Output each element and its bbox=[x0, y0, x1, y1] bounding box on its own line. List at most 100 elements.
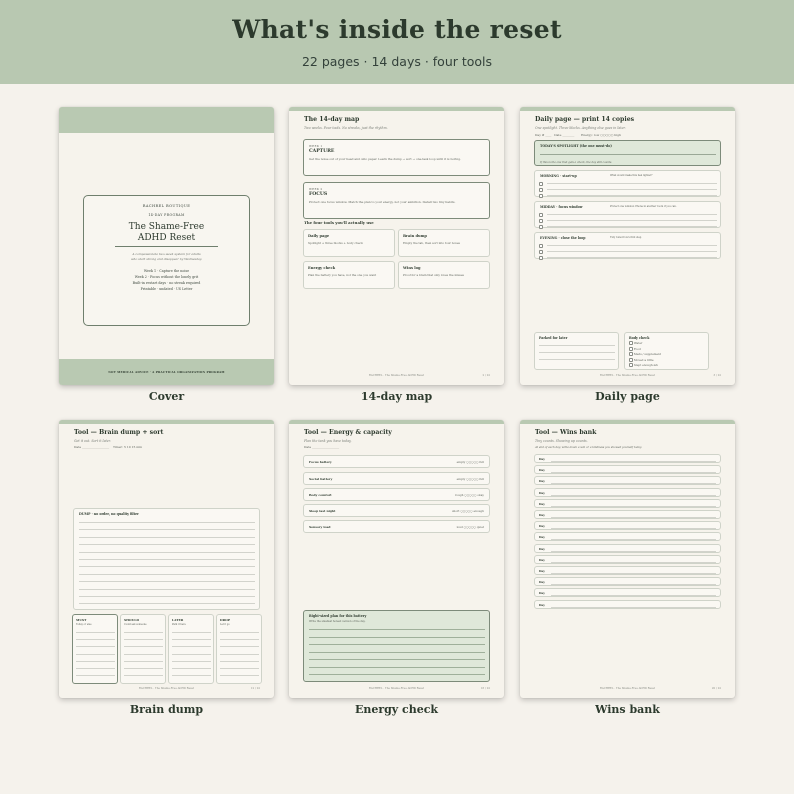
checkbox[interactable] bbox=[539, 243, 543, 248]
map-tool-name: Wins log bbox=[403, 266, 421, 270]
sort-name: SHOULD bbox=[124, 618, 139, 622]
checkbox[interactable] bbox=[629, 346, 633, 351]
energy-caption: Energy check bbox=[354, 703, 439, 716]
entry-line bbox=[547, 257, 717, 258]
entry-line bbox=[551, 494, 716, 496]
energy-row-name: Focus battery bbox=[309, 460, 332, 464]
map-tool-name: Brain dump bbox=[403, 234, 427, 238]
daily-body-check-box: Body check Water Food Meds / supplement … bbox=[624, 332, 709, 370]
energy-page-number: 16 / 22 bbox=[480, 687, 490, 690]
entry-line bbox=[551, 561, 716, 563]
wins-day-label: Day bbox=[539, 468, 545, 473]
daily-page-number: 3 / 22 bbox=[713, 374, 721, 377]
wins-row: Day bbox=[534, 465, 721, 475]
wins-row: Day bbox=[534, 588, 721, 598]
map-card: The 14-day map Two weeks. Four tools. No… bbox=[289, 107, 504, 385]
entry-line bbox=[172, 639, 211, 640]
map-tool-desc: Empty the tab, then sort into four boxes bbox=[403, 241, 460, 245]
entry-line bbox=[76, 675, 115, 676]
energy-row-scale: empty ○○○○○ full bbox=[456, 460, 484, 464]
brain-timer-options: 5 10 15 min bbox=[123, 445, 143, 449]
entry-line bbox=[76, 668, 115, 669]
wins-day-label: Day bbox=[539, 557, 545, 562]
entry-line bbox=[551, 472, 716, 473]
energy-row: Sensory load loud ○○○○○ quiet bbox=[303, 520, 490, 533]
checkbox[interactable] bbox=[629, 341, 633, 345]
entry-line bbox=[172, 646, 211, 647]
entry-line bbox=[124, 660, 163, 662]
wins-row: Day bbox=[534, 554, 721, 564]
brain-page-number: 12 / 22 bbox=[250, 687, 260, 690]
checkbox[interactable] bbox=[629, 357, 633, 362]
daily-card: Daily page — print 14 copies One spotlig… bbox=[520, 107, 735, 385]
map-page-number: 2 / 22 bbox=[482, 374, 490, 377]
map-week2-box: WEEK 2 FOCUS Protect one focus window. M… bbox=[303, 182, 490, 219]
entry-line bbox=[547, 220, 717, 221]
checkbox[interactable] bbox=[629, 352, 633, 357]
brain-title: Tool — Brain dump + sort bbox=[74, 429, 164, 436]
map-week1-name: CAPTURE bbox=[309, 149, 335, 154]
wins-row: Day bbox=[534, 543, 721, 553]
daily-title: Daily page — print 14 copies bbox=[535, 116, 635, 123]
entry-line bbox=[79, 536, 255, 538]
cover-program: 14-DAY PROGRAM bbox=[148, 213, 185, 217]
entry-line bbox=[547, 183, 717, 184]
daily-day-label: Day # bbox=[535, 133, 545, 137]
entry-line bbox=[79, 588, 255, 590]
brain-sort-later: LATER Park it here bbox=[168, 614, 214, 684]
checkbox[interactable] bbox=[629, 363, 633, 368]
entry-line bbox=[547, 251, 717, 252]
wins-footer: RACHREL · The Shame-Free ADHD Reset bbox=[599, 687, 656, 690]
map-tool-desc: Spotlight + three blocks + body check bbox=[308, 241, 363, 245]
checkbox[interactable] bbox=[539, 218, 543, 223]
wins-row: Day bbox=[534, 510, 721, 519]
entry-line bbox=[76, 646, 115, 647]
cover-brand: RACHREL BOUTIQUE bbox=[142, 204, 191, 208]
energy-row-name: Body comfort bbox=[309, 493, 332, 497]
brain-caption: Brain dump bbox=[129, 703, 204, 716]
daily-meta-row: Day # ____ Date ________ Energy: low ○○○… bbox=[535, 133, 622, 137]
wins-card: Tool — Wins bank Tiny counts. Showing up… bbox=[520, 420, 735, 698]
energy-footer: RACHREL · The Shame-Free ADHD Reset bbox=[368, 687, 425, 690]
brain-sort-must: MUST Today or else bbox=[72, 614, 118, 684]
energy-row-scale: short ○○○○○ enough bbox=[452, 509, 484, 513]
wins-row: Day bbox=[534, 487, 721, 497]
entry-line bbox=[547, 245, 717, 246]
checkbox[interactable] bbox=[539, 212, 543, 217]
entry-line bbox=[79, 596, 255, 597]
wins-day-label: Day bbox=[539, 524, 545, 529]
entry-line bbox=[551, 550, 716, 552]
entry-line bbox=[79, 559, 255, 560]
entry-line bbox=[551, 539, 716, 540]
wins-day-label: Day bbox=[539, 591, 545, 596]
checkbox[interactable] bbox=[539, 224, 543, 229]
checkbox[interactable] bbox=[539, 255, 543, 260]
entry-line bbox=[124, 653, 163, 655]
body-item: Meds / supplement bbox=[633, 352, 661, 357]
body-item: Water bbox=[633, 341, 643, 345]
map-subtitle: Two weeks. Four tools. No streaks, just … bbox=[304, 126, 388, 130]
energy-row-scale: loud ○○○○○ quiet bbox=[456, 525, 484, 529]
cover-title-line1: The Shame-Free bbox=[128, 222, 205, 232]
checkbox[interactable] bbox=[539, 249, 543, 254]
entry-line bbox=[172, 632, 211, 633]
map-week1-desc: Get the noise out of your head and onto … bbox=[309, 157, 461, 161]
daily-block-name: MORNING · start-up bbox=[540, 174, 577, 178]
cover-bottom-band: NOT MEDICAL ADVICE · A PRACTICAL ORGANIZ… bbox=[59, 359, 274, 385]
checkbox[interactable] bbox=[539, 181, 543, 186]
checkbox[interactable] bbox=[539, 193, 543, 198]
entry-line bbox=[539, 345, 615, 346]
map-topbar bbox=[289, 107, 504, 111]
wins-topbar bbox=[520, 420, 735, 424]
body-item: Slept enough-ish bbox=[633, 363, 658, 368]
daily-block-midday: MIDDAY · focus window Protect one window… bbox=[534, 201, 721, 229]
entry-line bbox=[124, 675, 163, 676]
daily-block-name: EVENING · close the loop bbox=[540, 236, 586, 240]
checkbox[interactable] bbox=[539, 187, 543, 192]
wins-day-label: Day bbox=[539, 501, 545, 506]
brain-dump-box: DUMP · no order, no quality filter bbox=[73, 508, 260, 610]
entry-line bbox=[551, 573, 716, 574]
cover-card: RACHREL BOUTIQUE 14-DAY PROGRAM The Sham… bbox=[59, 107, 274, 385]
entry-line bbox=[220, 668, 259, 669]
energy-row: Focus battery empty ○○○○○ full bbox=[303, 455, 490, 468]
